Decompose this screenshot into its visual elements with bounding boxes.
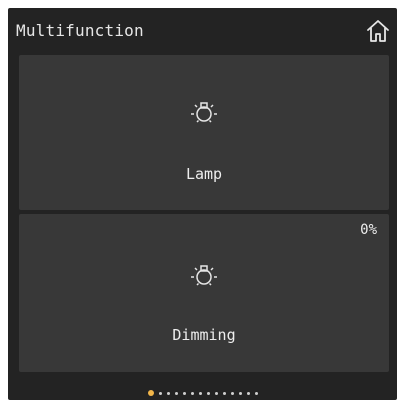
lamp-label: Lamp	[185, 165, 223, 183]
page-indicator	[8, 388, 397, 398]
page-title: Multifunction	[16, 21, 144, 40]
page-dot[interactable]	[166, 391, 170, 395]
home-icon	[367, 20, 389, 42]
page-dot[interactable]	[198, 391, 202, 395]
page-dot[interactable]	[238, 391, 242, 395]
page-dot[interactable]	[206, 391, 210, 395]
page-dot[interactable]	[158, 391, 162, 395]
page-dot[interactable]	[230, 391, 234, 395]
page-dot[interactable]	[254, 391, 258, 395]
page-dot[interactable]	[190, 391, 194, 395]
lamp-tile[interactable]: Lamp	[19, 55, 389, 210]
dimming-tile[interactable]: 0% Dimming	[19, 214, 389, 372]
panel-header: Multifunction	[8, 8, 397, 54]
home-button[interactable]	[363, 16, 393, 46]
dimming-label: Dimming	[172, 326, 236, 344]
dimming-level: 0%	[360, 222, 377, 238]
lightbulb-icon	[191, 265, 217, 286]
page-dot[interactable]	[246, 391, 250, 395]
page-dot[interactable]	[222, 391, 226, 395]
multifunction-panel: Multifunction Lamp 0% Dimming	[8, 8, 397, 400]
page-dot[interactable]	[182, 391, 186, 395]
page-dot-active[interactable]	[147, 390, 154, 396]
page-dot[interactable]	[214, 391, 218, 395]
lightbulb-icon	[191, 102, 217, 123]
page-dot[interactable]	[174, 391, 178, 395]
